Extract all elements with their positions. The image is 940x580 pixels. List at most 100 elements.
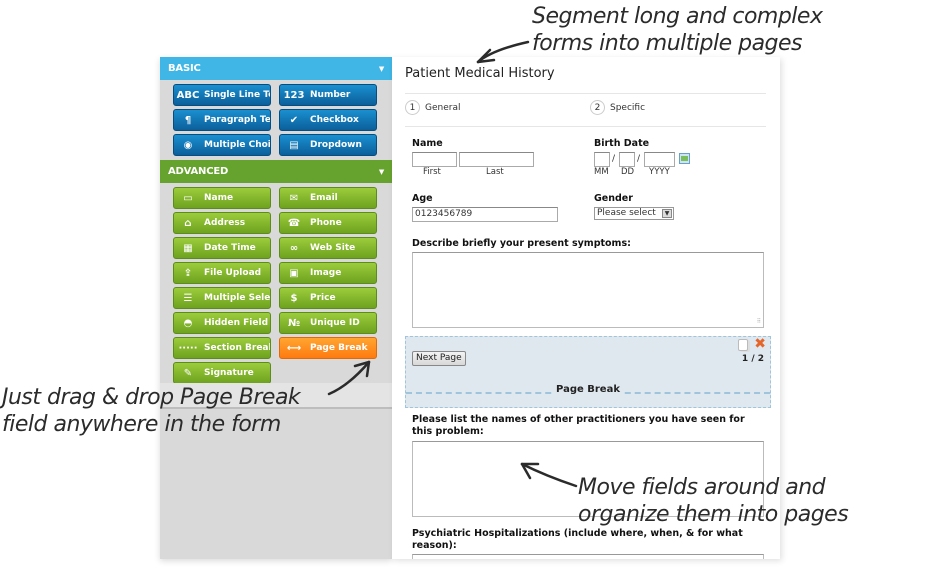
abc-icon: ABC <box>176 89 200 101</box>
day-sublabel: DD <box>621 167 635 177</box>
step-specific[interactable]: 2 Specific <box>590 100 645 115</box>
field-button-web-site[interactable]: ∞ Web Site <box>279 237 377 259</box>
field-button-label: Phone <box>310 218 342 228</box>
basic-section-title: BASIC <box>168 63 201 74</box>
field-button-phone[interactable]: ☎ Phone <box>279 212 377 234</box>
field-button-dropdown[interactable]: ▤ Dropdown <box>279 134 377 156</box>
field-button-hidden-field[interactable]: ◓ Hidden Field <box>173 312 271 334</box>
field-button-label: Multiple Choice <box>204 140 271 150</box>
file-upload-icon: ⇪ <box>183 267 193 279</box>
number-icon: 123 <box>283 89 305 101</box>
checkbox-icon: ✔ <box>289 114 299 126</box>
field-button-multiple-choice[interactable]: ◉ Multiple Choice <box>173 134 271 156</box>
page-count: 1 / 2 <box>741 354 764 364</box>
field-button-label: Hidden Field <box>204 318 269 328</box>
field-button-section-break[interactable]: ····· Section Break <box>173 337 271 359</box>
step-number: 2 <box>590 100 605 115</box>
field-button-image[interactable]: ▣ Image <box>279 262 377 284</box>
field-button-label: File Upload <box>204 268 262 278</box>
field-button-label: Date Time <box>204 243 256 253</box>
image-icon: ▣ <box>289 267 299 279</box>
form-title[interactable]: Patient Medical History <box>405 66 555 81</box>
birth-year-input[interactable] <box>644 152 675 167</box>
field-button-label: Address <box>204 218 246 228</box>
hospitalizations-textarea[interactable] <box>412 554 764 559</box>
annotation-arrow-icon <box>476 40 530 64</box>
field-button-page-break[interactable]: ⟷ Page Break <box>279 337 377 359</box>
annotation-line: Segment long and complex <box>532 4 823 29</box>
birth-month-input[interactable] <box>594 152 610 167</box>
symptoms-textarea[interactable]: ⠿ <box>412 252 764 328</box>
annotation-line: forms into multiple pages <box>532 31 803 56</box>
collapse-caret-icon[interactable]: ▼ <box>379 65 384 73</box>
gender-select[interactable]: Please select ▼ <box>594 207 674 220</box>
step-number: 1 <box>405 100 420 115</box>
step-label: General <box>425 102 461 113</box>
field-button-address[interactable]: ⌂ Address <box>173 212 271 234</box>
next-page-button[interactable]: Next Page <box>412 351 466 366</box>
field-button-single-line-text[interactable]: ABC Single Line Text <box>173 84 271 106</box>
page-break-label: Page Break <box>554 384 622 395</box>
annotation-line: organize them into pages <box>578 502 849 527</box>
annotation-arrow-icon <box>520 462 578 488</box>
chevron-down-icon[interactable]: ▼ <box>662 209 672 218</box>
calendar-picker-icon[interactable] <box>679 153 690 164</box>
annotation-top: Segment long and complex forms into mult… <box>532 3 823 57</box>
field-button-multiple-select[interactable]: ☰ Multiple Select <box>173 287 271 309</box>
field-button-label: Multiple Select <box>204 293 271 303</box>
divider <box>405 93 766 94</box>
last-name-input[interactable] <box>459 152 534 167</box>
page-break-field[interactable]: Next Page ✖ 1 / 2 Page Break <box>405 336 771 408</box>
resize-grip-icon[interactable]: ⠿ <box>757 318 761 325</box>
house-icon: ⌂ <box>184 217 192 229</box>
field-button-label: Number <box>310 90 351 100</box>
date-separator: / <box>612 154 616 164</box>
field-button-signature[interactable]: ✎ Signature <box>173 362 271 384</box>
advanced-section-header[interactable]: ADVANCED ▼ <box>160 160 392 183</box>
duplicate-icon[interactable] <box>738 339 748 351</box>
annotation-right: Move fields around and organize them int… <box>578 474 849 528</box>
birth-date-label: Birth Date <box>594 138 650 149</box>
basic-section-header[interactable]: BASIC ▼ <box>160 57 392 80</box>
annotation-line: Just drag & drop Page Break <box>2 385 301 410</box>
field-button-label: Page Break <box>310 343 368 353</box>
step-general[interactable]: 1 General <box>405 100 460 115</box>
annotation-left: Just drag & drop Page Break field anywhe… <box>2 384 301 438</box>
delete-icon[interactable]: ✖ <box>754 337 766 351</box>
field-button-label: Single Line Text <box>204 90 270 100</box>
envelope-icon: ✉ <box>289 192 299 204</box>
age-input[interactable]: 0123456789 <box>412 207 558 222</box>
field-button-checkbox[interactable]: ✔ Checkbox <box>279 109 377 131</box>
field-button-date-time[interactable]: ▦ Date Time <box>173 237 271 259</box>
birth-day-input[interactable] <box>619 152 635 167</box>
age-label: Age <box>412 193 433 204</box>
field-button-label: Price <box>310 293 336 303</box>
field-button-name[interactable]: ▭ Name <box>173 187 271 209</box>
signature-icon: ✎ <box>183 367 193 379</box>
divider <box>405 126 766 127</box>
gender-selected-value: Please select <box>597 208 656 218</box>
collapse-caret-icon[interactable]: ▼ <box>379 168 384 176</box>
field-button-label: Section Break <box>204 343 271 353</box>
annotation-arrow-icon <box>327 360 371 396</box>
field-button-email[interactable]: ✉ Email <box>279 187 377 209</box>
dropdown-icon: ▤ <box>289 139 299 151</box>
symptoms-label: Describe briefly your present symptoms: <box>412 238 631 249</box>
first-name-input[interactable] <box>412 152 457 167</box>
field-button-file-upload[interactable]: ⇪ File Upload <box>173 262 271 284</box>
last-sublabel: Last <box>486 167 504 177</box>
dollar-icon: $ <box>290 292 298 304</box>
field-button-price[interactable]: $ Price <box>279 287 377 309</box>
name-label: Name <box>412 138 443 149</box>
field-button-unique-id[interactable]: № Unique ID <box>279 312 377 334</box>
year-sublabel: YYYY <box>649 167 670 177</box>
annotation-line: field anywhere in the form <box>2 412 281 437</box>
phone-icon: ☎ <box>287 217 301 229</box>
field-button-label: Dropdown <box>310 140 362 150</box>
annotation-line: Move fields around and <box>578 475 826 500</box>
field-button-number[interactable]: 123 Number <box>279 84 377 106</box>
page-break-icon: ⟷ <box>286 342 302 354</box>
field-button-paragraph-text[interactable]: ¶ Paragraph Text <box>173 109 271 131</box>
gender-label: Gender <box>594 193 633 204</box>
calendar-icon: ▦ <box>183 242 193 254</box>
